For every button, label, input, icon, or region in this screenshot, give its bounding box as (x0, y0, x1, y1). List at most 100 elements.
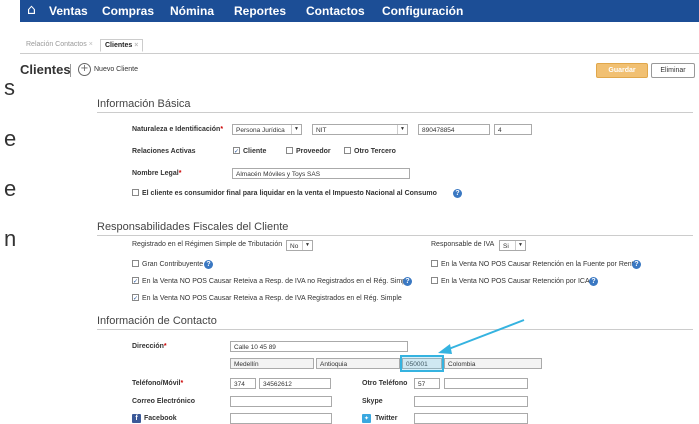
id-type-select[interactable]: NIT ▼ (312, 124, 408, 135)
retention-ica-checkbox[interactable] (431, 277, 438, 284)
consumer-checkbox[interactable] (132, 189, 139, 196)
close-icon[interactable]: × (134, 42, 138, 49)
check-digit-input[interactable]: 4 (494, 124, 532, 135)
side-letter: e (4, 126, 17, 151)
phone-number-input[interactable]: 34562612 (259, 378, 331, 389)
regime-select[interactable]: No ▼ (286, 240, 313, 251)
other-phone-label: Otro Teléfono (362, 380, 408, 387)
client-checkbox[interactable]: ✓ (233, 147, 240, 155)
divider (97, 329, 693, 330)
other-phone-number-input[interactable] (444, 378, 528, 389)
label-text: Naturaleza e Identificación (132, 126, 221, 133)
chevron-down-icon: ▼ (291, 125, 301, 134)
relations-label: Relaciones Activas (132, 148, 196, 155)
phone-prefix-input[interactable]: 374 (230, 378, 256, 389)
tab-label: Clientes (105, 42, 133, 49)
label-text: Nombre Legal (132, 170, 179, 177)
select-value: NIT (316, 127, 327, 134)
new-client-link[interactable]: Nuevo Cliente (94, 66, 138, 73)
address-input[interactable]: Calle 10 45 89 (230, 341, 408, 352)
nav-configuracion[interactable]: Configuración (382, 4, 463, 18)
tab-clientes[interactable]: Clientes × (100, 39, 144, 52)
help-icon[interactable]: ? (403, 277, 412, 286)
consumer-checkbox-label: El cliente es consumidor final para liqu… (142, 190, 437, 197)
close-icon[interactable]: × (89, 41, 93, 48)
reteiva-reg-label: En la Venta NO POS Causar Reteiva a Resp… (142, 295, 402, 302)
app-window: ⌂ Ventas Compras Nómina Reportes Contact… (20, 0, 699, 424)
retention-income-label: En la Venta NO POS Causar Retención en l… (441, 261, 638, 268)
reteiva-reg-checkbox[interactable]: ✓ (132, 294, 139, 302)
id-number-input[interactable]: 890478854 (418, 124, 490, 135)
twitter-input[interactable] (414, 413, 528, 424)
help-icon[interactable]: ? (589, 277, 598, 286)
legal-name-input[interactable]: Almacén Móviles y Toys SAS (232, 168, 410, 179)
select-value: No (290, 243, 299, 250)
tab-label: Relación Contactos (26, 41, 87, 48)
other-phone-prefix-input[interactable]: 57 (414, 378, 440, 389)
regime-label: Registrado en el Régimen Simple de Tribu… (132, 241, 283, 248)
section-title-basic: Información Básica (97, 98, 191, 110)
top-navbar: ⌂ Ventas Compras Nómina Reportes Contact… (20, 0, 699, 22)
provider-checkbox[interactable] (286, 147, 293, 154)
department-field[interactable]: Antioquia (316, 358, 400, 369)
section-title-fiscal: Responsabilidades Fiscales del Cliente (97, 221, 289, 233)
help-icon[interactable]: ? (632, 260, 641, 269)
reteiva-nonreg-checkbox[interactable]: ✓ (132, 277, 139, 285)
other-third-checkbox[interactable] (344, 147, 351, 154)
nav-nomina[interactable]: Nómina (170, 4, 214, 18)
email-label: Correo Electrónico (132, 398, 196, 405)
tab-bar: Relación Contactos × Clientes × (20, 36, 699, 54)
email-input[interactable] (230, 396, 332, 407)
phone-label: Teléfono/Móvil* (132, 380, 183, 387)
skype-input[interactable] (414, 396, 528, 407)
nav-compras[interactable]: Compras (102, 4, 154, 18)
city-field[interactable]: Medellín (230, 358, 314, 369)
required-mark: * (220, 126, 224, 133)
address-label: Dirección* (132, 343, 167, 350)
retention-ica-label: En la Venta NO POS Causar Retención por … (441, 278, 590, 285)
home-icon[interactable]: ⌂ (27, 2, 36, 18)
page-title: Clientes (20, 62, 71, 77)
chevron-down-icon: ▼ (302, 241, 312, 250)
reteiva-nonreg-label: En la Venta NO POS Causar Reteiva a Resp… (142, 278, 412, 285)
divider (97, 235, 693, 236)
retention-income-checkbox[interactable] (431, 260, 438, 267)
section-title-contact: Información de Contacto (97, 315, 217, 327)
facebook-label: Facebook (144, 415, 177, 422)
facebook-icon: f (132, 414, 141, 423)
side-letter: n (4, 226, 17, 251)
nav-ventas[interactable]: Ventas (49, 4, 88, 18)
required-mark: * (180, 380, 184, 387)
annotation-arrow (438, 319, 525, 354)
select-value: Persona Jurídica (236, 127, 285, 134)
big-taxpayer-checkbox[interactable] (132, 260, 139, 267)
plus-circle-icon[interactable]: + (78, 63, 91, 76)
label-text: Dirección (132, 343, 164, 350)
twitter-label: Twitter (375, 415, 398, 422)
iva-select[interactable]: Si ▼ (499, 240, 526, 251)
tab-relacion-contactos[interactable]: Relación Contactos × (22, 39, 97, 50)
nav-reportes[interactable]: Reportes (234, 4, 286, 18)
big-taxpayer-label: Gran Contribuyente (142, 261, 204, 268)
twitter-icon: ✦ (362, 414, 371, 423)
side-letter: e (4, 176, 17, 201)
legal-name-label: Nombre Legal* (132, 170, 181, 177)
facebook-input[interactable] (230, 413, 332, 424)
nature-select[interactable]: Persona Jurídica ▼ (232, 124, 302, 135)
save-button[interactable]: Guardar (596, 63, 648, 78)
delete-button[interactable]: Eliminar (651, 63, 695, 78)
side-letter: s (4, 75, 15, 100)
help-icon[interactable]: ? (453, 189, 462, 198)
left-margin: s e e n (0, 0, 20, 423)
chevron-down-icon: ▼ (397, 125, 407, 134)
nav-contactos[interactable]: Contactos (306, 4, 365, 18)
required-mark: * (178, 170, 182, 177)
divider (70, 64, 71, 77)
select-value: Si (503, 243, 509, 250)
country-field[interactable]: Colombia (444, 358, 542, 369)
iva-label: Responsable de IVA (431, 241, 495, 248)
nature-label: Naturaleza e Identificación* (132, 126, 223, 133)
help-icon[interactable]: ? (204, 260, 213, 269)
other-third-checkbox-label: Otro Tercero (354, 148, 396, 155)
label-text: Teléfono/Móvil (132, 380, 181, 387)
